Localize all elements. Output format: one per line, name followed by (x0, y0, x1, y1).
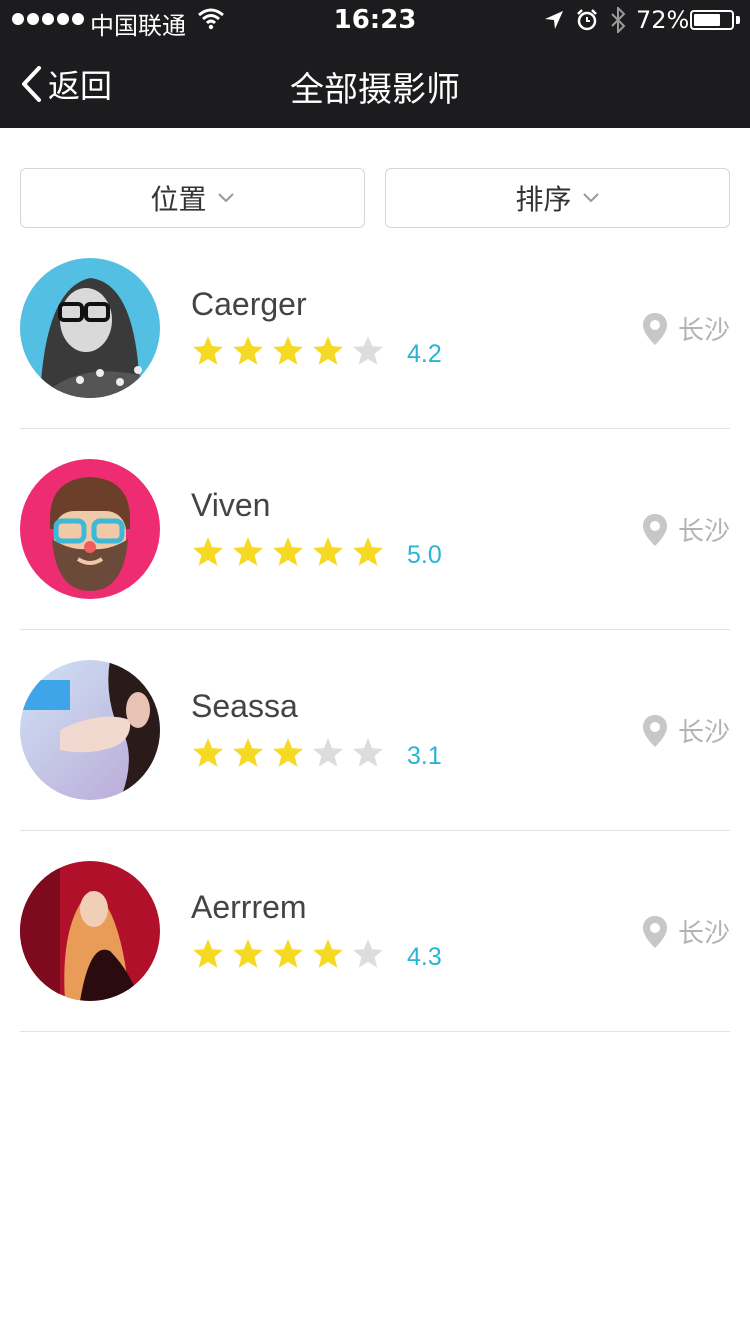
photo-avatar-woman-red-icon (20, 861, 160, 1001)
filter-bar: 位置 排序 (20, 168, 730, 228)
star-filled-icon (193, 738, 223, 767)
alarm-icon (577, 9, 597, 31)
star-filled-icon (233, 336, 263, 365)
rating-stars (191, 535, 385, 569)
city-label: 长沙 (677, 316, 730, 346)
bluetooth-icon (611, 7, 626, 33)
star-empty-icon (353, 738, 383, 767)
avatar[interactable] (20, 660, 160, 800)
location-arrow-icon (545, 11, 563, 29)
chevron-down-icon (582, 192, 600, 204)
star-empty-icon (353, 336, 383, 365)
city-label: 长沙 (677, 919, 730, 949)
list-item[interactable]: Aerrrem 4.3 长沙 (20, 831, 730, 1032)
star-filled-icon (193, 537, 223, 566)
rating-score: 4.3 (407, 943, 442, 971)
star-filled-icon (193, 336, 223, 365)
star-filled-icon (233, 537, 263, 566)
location-filter-button[interactable]: 位置 (20, 168, 365, 228)
photographer-name: Caerger (191, 286, 307, 322)
photographer-name: Viven (191, 487, 271, 523)
location-pin-icon (642, 513, 667, 546)
photographer-name: Seassa (191, 688, 298, 724)
avatar[interactable] (20, 459, 160, 599)
location-pin-icon (642, 714, 667, 747)
star-filled-icon (233, 738, 263, 767)
star-filled-icon (273, 336, 303, 365)
city-label: 长沙 (677, 718, 730, 748)
star-empty-icon (313, 738, 343, 767)
status-bar: 中国联通 16:23 72% (0, 0, 750, 40)
avatar[interactable] (20, 258, 160, 398)
star-filled-icon (313, 336, 343, 365)
page-title: 全部摄影师 (290, 70, 460, 110)
star-filled-icon (313, 537, 343, 566)
star-filled-icon (353, 537, 383, 566)
battery-tip (736, 16, 740, 24)
star-empty-icon (353, 939, 383, 968)
rating-score: 3.1 (407, 742, 442, 770)
sort-filter-button[interactable]: 排序 (385, 168, 730, 228)
top-bar: 中国联通 16:23 72% 返回 全部摄影师 (0, 0, 750, 128)
list-item[interactable]: Viven 5.0 长沙 (20, 429, 730, 630)
list-item[interactable]: Caerger 4.2 长沙 (20, 228, 730, 429)
list-item[interactable]: Seassa 3.1 长沙 (20, 630, 730, 831)
rating-stars (191, 334, 385, 368)
rating-score: 4.2 (407, 340, 442, 368)
avatar[interactable] (20, 861, 160, 1001)
battery-level (694, 14, 720, 26)
location-info: 长沙 (642, 310, 730, 347)
location-filter-label: 位置 (150, 183, 207, 216)
star-filled-icon (273, 738, 303, 767)
star-filled-icon (273, 939, 303, 968)
sort-filter-label: 排序 (515, 183, 572, 216)
star-filled-icon (193, 939, 223, 968)
photo-avatar-woman-glasses-icon (20, 258, 160, 398)
location-pin-icon (642, 915, 667, 948)
star-filled-icon (233, 939, 263, 968)
location-info: 长沙 (642, 511, 730, 548)
photographer-name: Aerrrem (191, 889, 307, 925)
star-filled-icon (273, 537, 303, 566)
location-info: 长沙 (642, 913, 730, 950)
rating-stars (191, 937, 385, 971)
location-pin-icon (642, 312, 667, 345)
photographer-list: Caerger 4.2 长沙 Viven 5.0 长沙 Seassa 3.1 长… (20, 228, 730, 1032)
cartoon-avatar-bearded-man-icon (20, 459, 160, 599)
battery-icon (690, 10, 734, 30)
rating-stars (191, 736, 385, 770)
chevron-down-icon (217, 192, 235, 204)
battery-percentage: 72% (636, 6, 690, 34)
city-label: 长沙 (677, 517, 730, 547)
location-info: 长沙 (642, 712, 730, 749)
rating-score: 5.0 (407, 541, 442, 569)
photo-avatar-woman-wall-icon (20, 660, 160, 800)
star-filled-icon (313, 939, 343, 968)
